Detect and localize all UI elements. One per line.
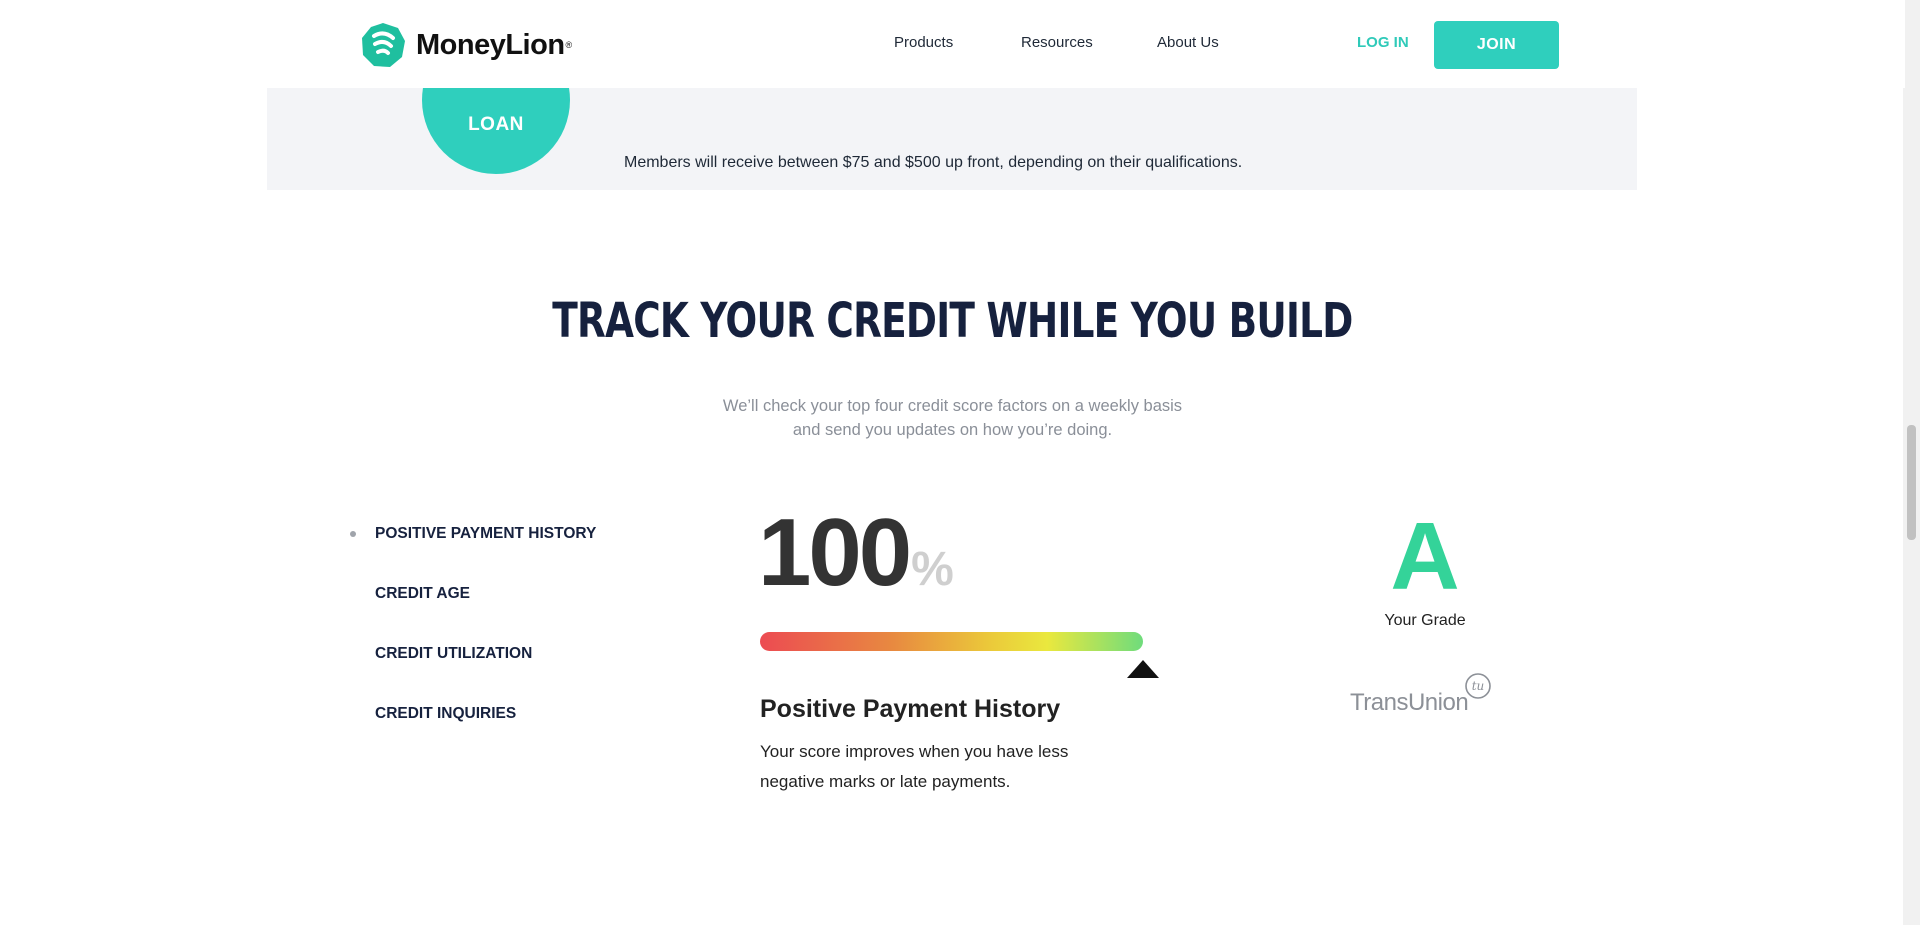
transunion-logo: TransUnion tu (1350, 672, 1492, 717)
svg-text:tu: tu (1472, 679, 1485, 693)
loan-info-band: LOAN Members will receive between $75 an… (267, 88, 1637, 190)
page-scrollbar[interactable] (1903, 0, 1920, 925)
nav-products[interactable]: Products (894, 34, 953, 51)
site-header: MoneyLion ® Products Resources About Us … (0, 0, 1905, 88)
factor-label: CREDIT AGE (375, 585, 471, 602)
score-unit: % (911, 543, 954, 596)
subtitle-line-2: and send you updates on how you’re doing… (792, 421, 1113, 439)
factor-credit-inquiries[interactable]: CREDIT INQUIRIES (350, 702, 596, 726)
factor-label: CREDIT UTILIZATION (375, 645, 533, 662)
factor-detail-description: Your score improves when you have less n… (760, 742, 1069, 791)
factor-label: POSITIVE PAYMENT HISTORY (375, 525, 597, 542)
factor-credit-utilization[interactable]: CREDIT UTILIZATION (350, 642, 596, 666)
inactive-indicator-dot (350, 591, 356, 597)
join-button[interactable]: JOIN (1434, 21, 1559, 69)
factor-positive-payment-history[interactable]: POSITIVE PAYMENT HISTORY (350, 522, 596, 546)
inactive-indicator-dot (350, 651, 356, 657)
inactive-indicator-dot (350, 711, 356, 717)
score-value: 100 (758, 499, 912, 606)
scrollbar-thumb[interactable] (1907, 425, 1916, 540)
login-link[interactable]: LOG IN (1357, 34, 1409, 51)
loan-badge: LOAN (422, 88, 570, 174)
loan-badge-label: LOAN (468, 114, 524, 135)
score-gradient-bar (760, 632, 1143, 651)
factor-detail-title: Positive Payment History (760, 695, 1061, 723)
grade-label: Your Grade (1384, 612, 1466, 629)
nav-about-us[interactable]: About Us (1157, 34, 1219, 51)
active-indicator-dot (350, 531, 356, 537)
grade-letter: A (1390, 503, 1460, 610)
moneylion-logo-icon (362, 23, 405, 67)
transunion-tu-icon: tu (1465, 673, 1491, 699)
factor-label: CREDIT INQUIRIES (375, 705, 517, 722)
loan-amount-note: Members will receive between $75 and $50… (624, 154, 1243, 171)
score-display: 100 % (758, 505, 954, 601)
subtitle-line-1: We’ll check your top four credit score f… (722, 397, 1183, 415)
transunion-name: TransUnion (1350, 689, 1469, 716)
factor-credit-age[interactable]: CREDIT AGE (350, 582, 596, 606)
score-marker-triangle-icon (1127, 660, 1159, 678)
registered-mark: ® (565, 40, 573, 50)
brand-name: MoneyLion (416, 28, 565, 61)
nav-resources[interactable]: Resources (1021, 34, 1093, 51)
credit-factor-list: POSITIVE PAYMENT HISTORY CREDIT AGE CRED… (350, 522, 596, 762)
section-title: TRACK YOUR CREDIT WHILE YOU BUILD (552, 293, 1353, 349)
section-subtitle: We’ll check your top four credit score f… (0, 394, 1905, 442)
moneylion-logo[interactable]: MoneyLion ® (360, 22, 572, 68)
